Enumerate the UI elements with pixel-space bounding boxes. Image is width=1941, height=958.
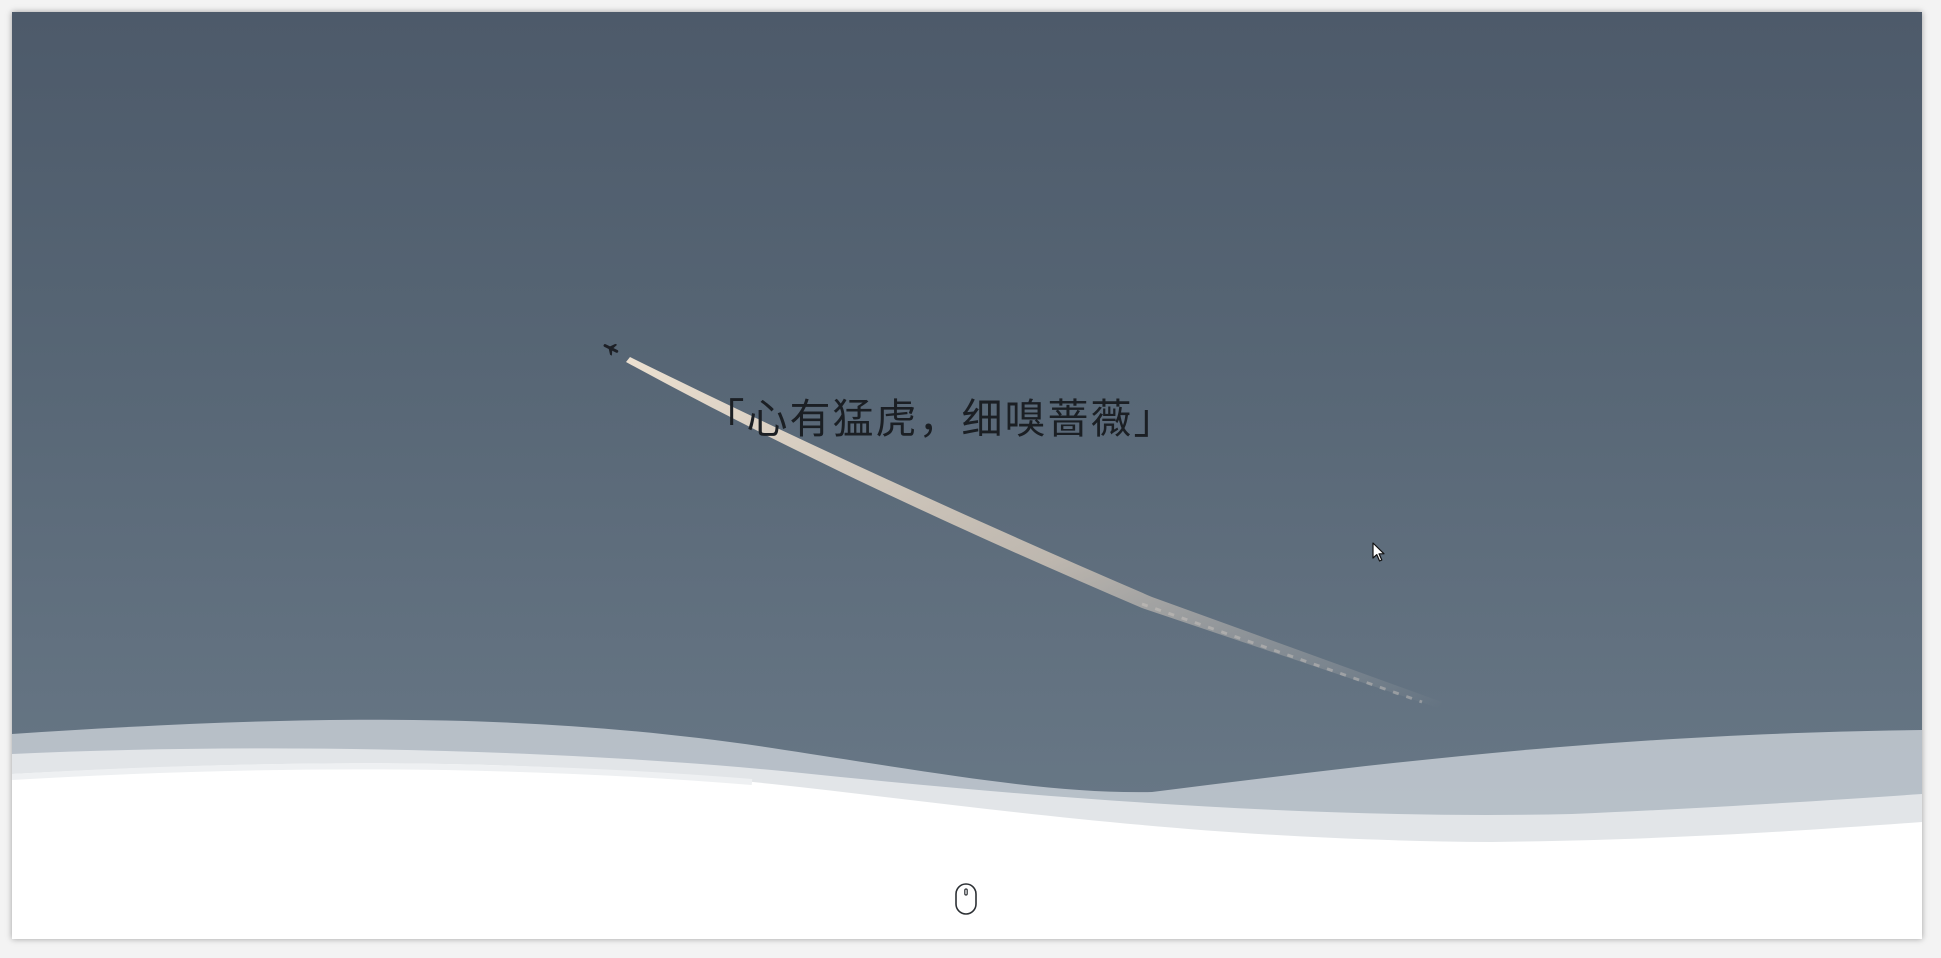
mouse-scroll-icon bbox=[955, 883, 977, 915]
arrow-cursor-icon bbox=[1372, 542, 1385, 562]
browser-viewport: 「心有猛虎，细嗅蔷薇」 bbox=[12, 12, 1922, 939]
hero-section: 「心有猛虎，细嗅蔷薇」 bbox=[12, 12, 1922, 939]
wave-divider bbox=[12, 719, 1922, 939]
scroll-down-button[interactable] bbox=[954, 882, 978, 916]
